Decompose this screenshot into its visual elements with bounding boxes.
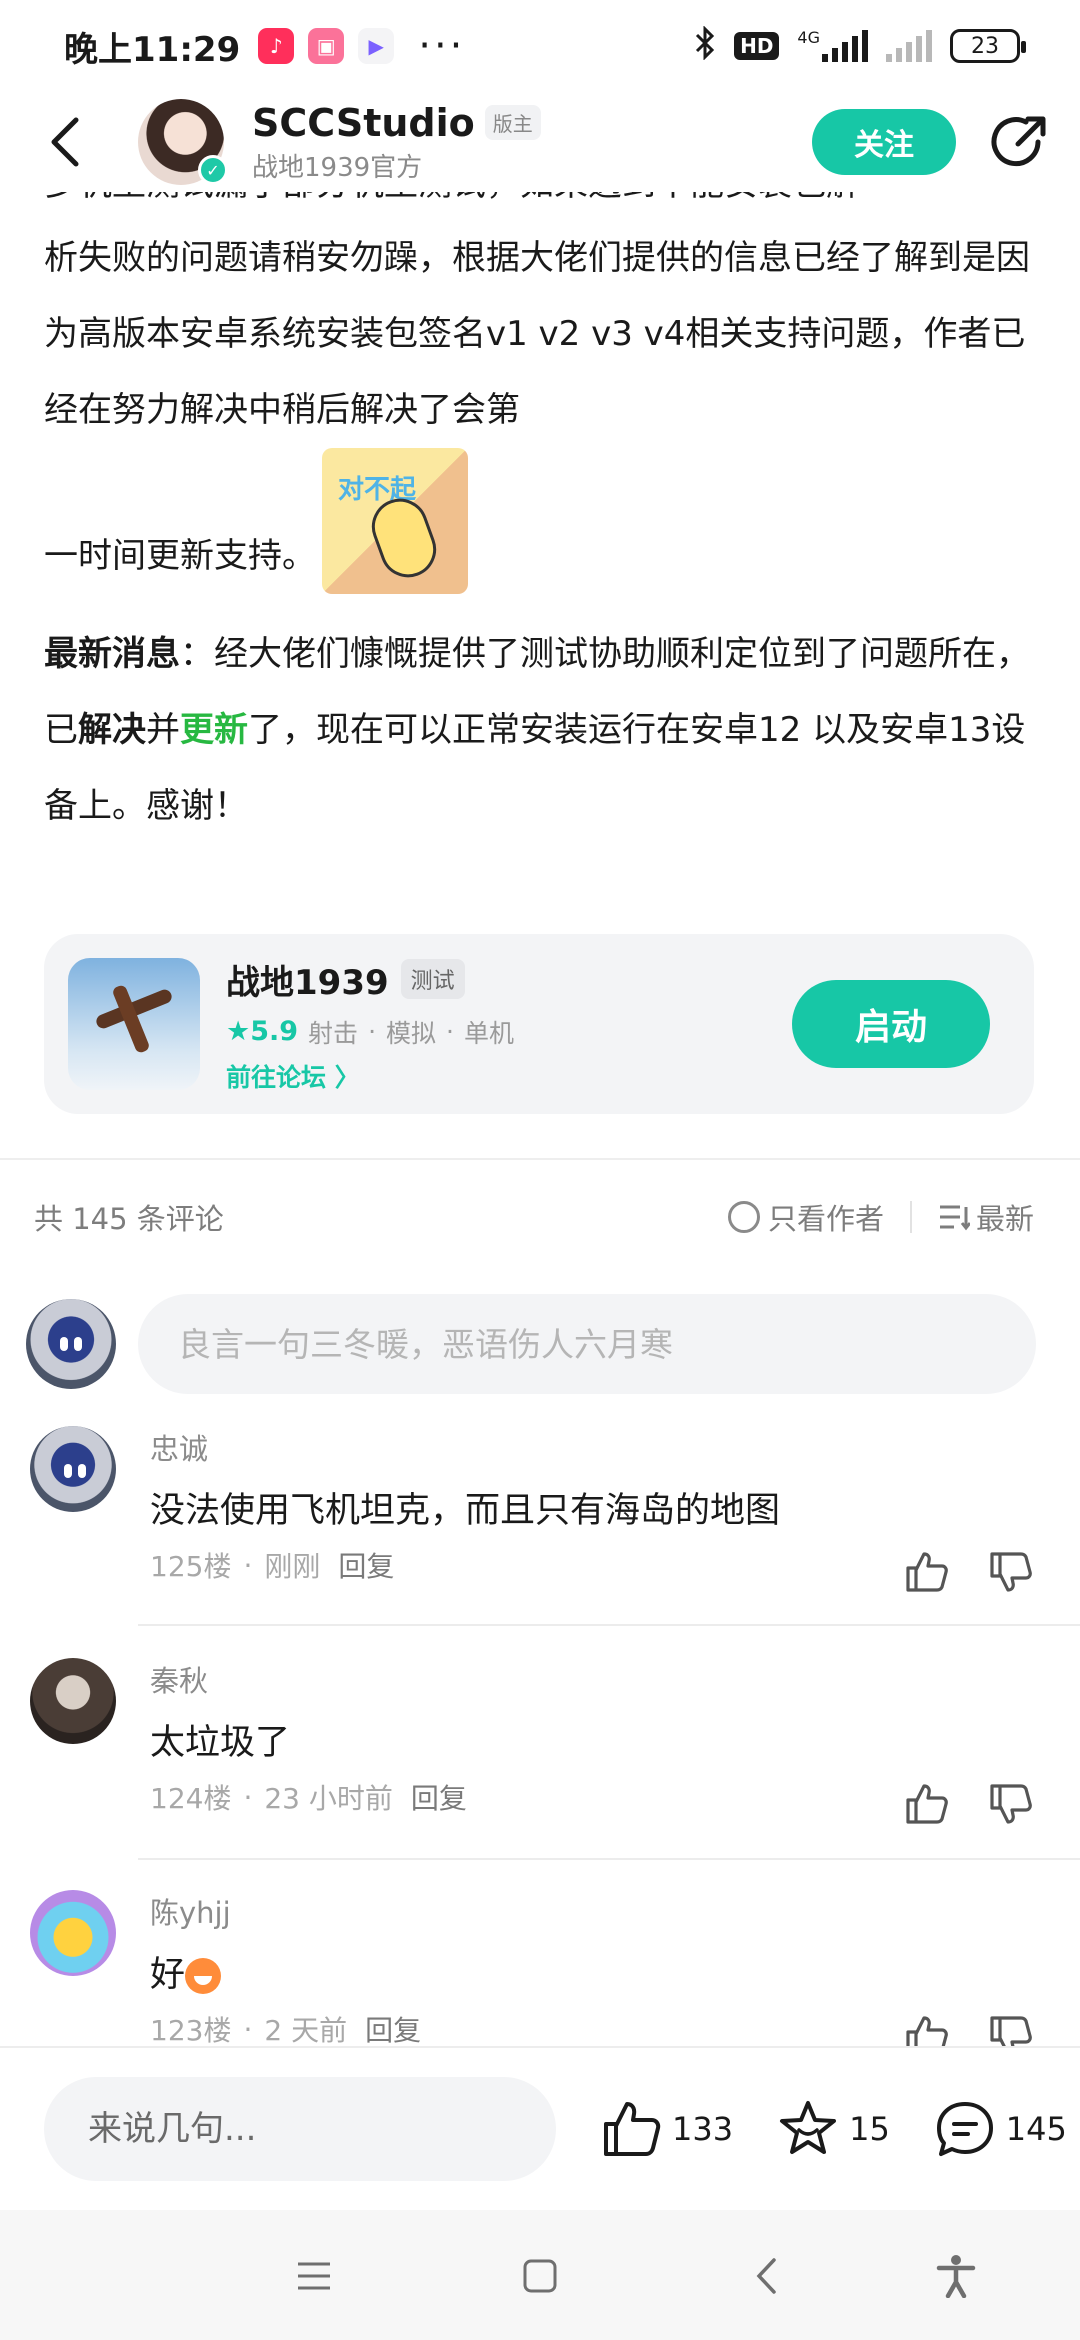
more-notifications-icon: ··· <box>418 23 466 69</box>
bilibili-app-icon: ▣ <box>308 28 345 64</box>
comment-time: 23 小时前 <box>264 1782 393 1815</box>
bottom-action-bar: 133 15 145 <box>0 2046 1080 2210</box>
go-to-forum-link[interactable]: 前往论坛 〉 <box>226 1058 514 1094</box>
comment-input-row <box>26 1294 1036 1394</box>
thumbs-down-icon[interactable] <box>986 1780 1034 1828</box>
verified-check-icon: ✓ <box>198 155 228 185</box>
test-badge: 测试 <box>400 959 465 999</box>
latest-news-label: 最新消息 <box>44 634 180 674</box>
thumbs-up-icon[interactable] <box>902 1780 950 1828</box>
comment-item: 陈yhjj 好 123楼 · 2 天前 回复 <box>30 1890 1050 2056</box>
launch-button[interactable]: 启动 <box>792 980 990 1068</box>
comment-text: 没法使用飞机坦克，而且只有海岛的地图 <box>150 1491 781 1531</box>
douyin-app-icon: ♪ <box>258 28 295 64</box>
cellular-signal-icon: 4G <box>797 30 868 62</box>
game-card[interactable]: 战地1939 测试 ★5.9 射击 · 模拟 · 单机 前往论坛 〉 启动 <box>44 934 1034 1114</box>
clipped-text-line: 多机型测试漏了部分机型测试，如果遇到不能安装包解 <box>44 190 1034 220</box>
status-time: 晚上11:29 <box>64 29 241 70</box>
commenter-name[interactable]: 忠诚 <box>150 1426 1050 1468</box>
sort-icon[interactable] <box>938 1203 970 1231</box>
secondary-signal-icon <box>886 30 932 62</box>
follow-button[interactable]: 关注 <box>812 109 956 175</box>
status-bar: 晚上11:29 ♪ ▣ ▶ ··· HD 4G 23 <box>0 0 1080 92</box>
game-tag: 模拟 <box>386 1018 437 1048</box>
author-avatar[interactable]: ✓ <box>138 99 228 185</box>
author-only-radio[interactable] <box>727 1201 760 1233</box>
moderator-badge: 版主 <box>484 105 541 140</box>
commenter-name[interactable]: 陈yhjj <box>150 1890 1050 1932</box>
commenter-avatar[interactable] <box>30 1426 116 1512</box>
chevron-left-icon <box>51 117 79 167</box>
accessibility-icon <box>936 2255 976 2298</box>
reply-button[interactable]: 回复 <box>338 1545 394 1585</box>
comment-floor: 123楼 <box>150 2014 232 2047</box>
like-count: 133 <box>672 2110 734 2148</box>
game-name: 战地1939 <box>226 962 389 1003</box>
back-nav-button[interactable] <box>738 2248 794 2304</box>
battery-icon: 23 <box>950 29 1026 63</box>
game-icon <box>68 958 200 1090</box>
comment-time: 刚刚 <box>264 1550 321 1583</box>
accessibility-nav-button[interactable] <box>928 2248 984 2304</box>
comment-item: 秦秋 太垃圾了 124楼 · 23 小时前 回复 <box>30 1658 1050 1824</box>
comment-button[interactable]: 145 <box>934 2098 1067 2160</box>
say-something-input[interactable] <box>44 2077 556 2181</box>
thumbs-down-icon[interactable] <box>986 1548 1034 1596</box>
author-only-label[interactable]: 只看作者 <box>768 1196 884 1238</box>
share-icon <box>991 116 1046 167</box>
reply-button[interactable]: 回复 <box>411 1777 467 1817</box>
latest-news-paragraph: 最新消息：经大佬们慷慨提供了测试协助顺利定位到了问题所在，已解决并更新了，现在可… <box>44 634 1030 826</box>
video-app-icon: ▶ <box>358 28 395 64</box>
comment-count: 共 145 条评论 <box>34 1202 224 1236</box>
back-arrow-icon <box>756 2258 776 2294</box>
comments-header: 共 145 条评论 只看作者 最新 <box>34 1196 1034 1238</box>
post-content: 多机型测试漏了部分机型测试，如果遇到不能安装包解 析失败的问题请稍安勿躁，根据大… <box>44 190 1034 844</box>
share-button[interactable] <box>990 112 1050 172</box>
comment-time: 2 天前 <box>264 2014 348 2047</box>
post-header: ✓ SCCStudio 版主 战地1939官方 关注 <box>0 92 1080 192</box>
grinning-emoji-icon <box>185 1958 222 1994</box>
article-paragraph: 析失败的问题请稍安勿躁，根据大佬们提供的信息已经了解到是因为高版本安卓系统安装包… <box>44 220 1034 594</box>
comment-bubble-icon <box>936 2102 993 2156</box>
menu-nav-button[interactable] <box>286 2248 342 2304</box>
sort-latest-label[interactable]: 最新 <box>976 1196 1034 1238</box>
author-name[interactable]: SCCStudio <box>252 101 475 145</box>
comment-text: 好 <box>150 1946 1050 1997</box>
hd-voice-badge: HD <box>734 32 780 60</box>
comment-count-bottom: 145 <box>1005 2110 1067 2148</box>
game-tag: 单机 <box>463 1018 514 1048</box>
current-user-avatar <box>26 1299 116 1389</box>
commenter-avatar[interactable] <box>30 1658 116 1744</box>
star-icon <box>780 2101 837 2154</box>
menu-icon <box>298 2262 330 2290</box>
thumbs-up-icon[interactable] <box>902 1548 950 1596</box>
favorite-count: 15 <box>849 2110 890 2148</box>
author-subtitle: 战地1939官方 <box>252 152 423 183</box>
home-nav-button[interactable] <box>512 2248 568 2304</box>
sorry-sticker-image: 对不起 <box>322 448 468 594</box>
comment-floor: 125楼 <box>150 1550 232 1583</box>
reply-button[interactable]: 回复 <box>365 2009 421 2049</box>
commenter-avatar[interactable] <box>30 1890 116 1976</box>
game-tag: 射击 <box>308 1018 359 1048</box>
commenter-name[interactable]: 秦秋 <box>150 1658 1050 1700</box>
system-navigation-bar <box>0 2210 1080 2340</box>
comment-input[interactable] <box>138 1294 1036 1394</box>
home-square-icon <box>523 2259 557 2293</box>
favorite-button[interactable]: 15 <box>777 2098 890 2160</box>
game-rating: ★5.9 <box>226 1016 299 1047</box>
comment-floor: 124楼 <box>150 1782 232 1815</box>
comment-item: 忠诚 没法使用飞机坦克，而且只有海岛的地图 125楼 · 刚刚 回复 <box>30 1426 1050 1592</box>
thumbs-up-icon <box>604 2102 661 2156</box>
section-divider <box>0 1158 1080 1160</box>
like-button[interactable]: 133 <box>600 2098 733 2160</box>
bluetooth-icon <box>694 24 716 67</box>
back-button[interactable] <box>48 112 98 172</box>
comment-text: 太垃圾了 <box>150 1723 291 1763</box>
